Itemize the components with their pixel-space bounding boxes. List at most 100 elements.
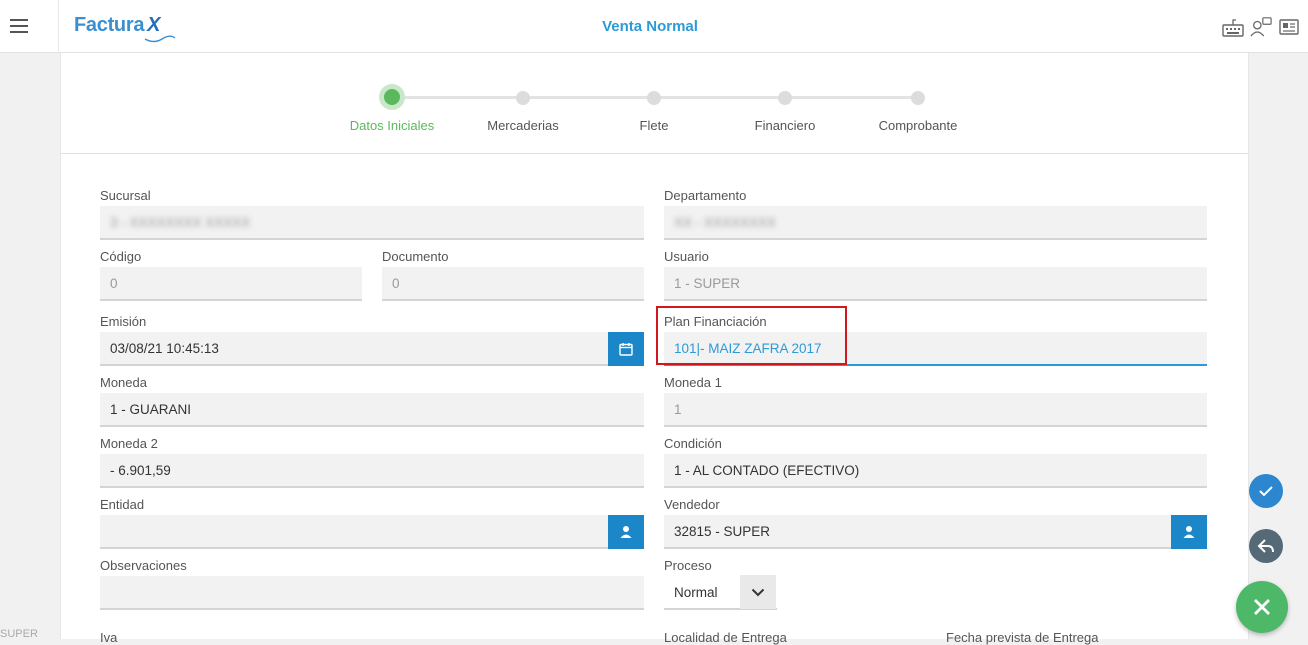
usuario-label: Usuario: [664, 249, 709, 264]
condicion-input[interactable]: 1 - AL CONTADO (EFECTIVO): [664, 454, 1207, 488]
topbar-divider: [58, 0, 59, 52]
top-bar: Factura X Venta Normal: [0, 0, 1308, 53]
logo-swoosh-icon: [144, 35, 176, 43]
step-label: Flete: [639, 118, 669, 133]
step-datos-iniciales[interactable]: Datos Iniciales: [332, 89, 452, 133]
codigo-field: Código 0: [100, 249, 362, 301]
moneda2-label: Moneda 2: [100, 436, 158, 451]
moneda1-field: Moneda 1 1: [664, 375, 1207, 427]
usuario-input[interactable]: 1 - SUPER: [664, 267, 1207, 301]
sidebar-user-label: SUPER: [0, 628, 38, 640]
logo-text: Factura: [74, 14, 145, 36]
logo-x: X: [147, 14, 161, 36]
sucursal-label: Sucursal: [100, 188, 151, 203]
wizard-steps: Datos Iniciales Mercaderias Flete Financ…: [61, 53, 1248, 154]
user-switch-icon[interactable]: [1250, 16, 1272, 38]
localidad-entrega-label: Localidad de Entrega: [664, 630, 787, 645]
calendar-icon: [619, 343, 633, 356]
page-title: Venta Normal: [602, 18, 698, 35]
moneda-field: Moneda 1 - GUARANI: [100, 375, 644, 427]
moneda1-value: 1: [674, 401, 682, 417]
chevron-down-icon: [751, 588, 765, 596]
emision-value: 03/08/21 10:45:13: [110, 340, 219, 356]
plan-financiacion-label: Plan Financiación: [664, 314, 767, 329]
entidad-search-button[interactable]: [608, 515, 644, 549]
observaciones-label: Observaciones: [100, 558, 187, 573]
emision-input[interactable]: 03/08/21 10:45:13: [100, 332, 644, 366]
departamento-value: XX - XXXXXXXX: [674, 214, 777, 230]
close-button[interactable]: [1236, 581, 1288, 633]
codigo-value: 0: [110, 275, 118, 291]
news-icon[interactable]: [1278, 16, 1300, 38]
observaciones-field: Observaciones: [100, 558, 644, 610]
plan-financiacion-field: Plan Financiación 101|- MAIZ ZAFRA 2017: [664, 314, 1207, 366]
moneda-value: 1 - GUARANI: [110, 401, 192, 417]
reply-icon: [1257, 539, 1274, 553]
vendedor-search-button[interactable]: [1171, 515, 1207, 549]
step-label: Financiero: [754, 118, 816, 133]
vendedor-input[interactable]: 32815 - SUPER: [664, 515, 1207, 549]
proceso-value: Normal: [674, 584, 718, 600]
vendedor-field: Vendedor 32815 - SUPER: [664, 497, 1207, 549]
documento-input[interactable]: 0: [382, 267, 644, 301]
hamburger-icon: [10, 15, 28, 37]
step-comprobante[interactable]: Comprobante: [858, 89, 978, 133]
condicion-field: Condición 1 - AL CONTADO (EFECTIVO): [664, 436, 1207, 488]
step-dot: [384, 89, 400, 105]
emision-field: Emisión 03/08/21 10:45:13: [100, 314, 644, 366]
emision-label: Emisión: [100, 314, 147, 329]
departamento-input[interactable]: XX - XXXXXXXX: [664, 206, 1207, 240]
check-icon: [1259, 486, 1273, 497]
sucursal-value: 3 - XXXXXXXX XXXXX: [110, 214, 251, 230]
moneda2-input[interactable]: - 6.901,59: [100, 454, 644, 488]
confirm-button[interactable]: [1249, 474, 1283, 508]
moneda2-field: Moneda 2 - 6.901,59: [100, 436, 644, 488]
documento-label: Documento: [382, 249, 449, 264]
user-icon: [620, 526, 632, 538]
step-financiero[interactable]: Financiero: [725, 89, 845, 133]
condicion-value: 1 - AL CONTADO (EFECTIVO): [674, 462, 860, 478]
keyboard-icon[interactable]: [1222, 16, 1244, 38]
app-logo: Factura X: [74, 14, 176, 43]
entidad-input[interactable]: [100, 515, 644, 549]
step-label: Mercaderias: [487, 118, 559, 133]
step-dot: [516, 91, 530, 105]
observaciones-input[interactable]: [100, 576, 644, 610]
vendedor-value: 32815 - SUPER: [674, 523, 771, 539]
usuario-value: 1 - SUPER: [674, 275, 741, 291]
vendedor-label: Vendedor: [664, 497, 720, 512]
step-dot: [647, 91, 661, 105]
step-label: Datos Iniciales: [349, 118, 435, 133]
proceso-dropdown-button[interactable]: [740, 575, 776, 609]
topbar-actions: [1222, 16, 1300, 38]
close-icon: [1254, 599, 1270, 615]
moneda-label: Moneda: [100, 375, 147, 390]
proceso-label: Proceso: [664, 558, 712, 573]
entidad-label: Entidad: [100, 497, 145, 512]
moneda1-input[interactable]: 1: [664, 393, 1207, 427]
moneda1-label: Moneda 1: [664, 375, 722, 390]
step-dot: [911, 91, 925, 105]
menu-button[interactable]: [0, 0, 38, 52]
usuario-field: Usuario 1 - SUPER: [664, 249, 1207, 301]
entidad-field: Entidad: [100, 497, 644, 549]
departamento-field: Departamento XX - XXXXXXXX: [664, 188, 1207, 240]
step-flete[interactable]: Flete: [594, 89, 714, 133]
step-dot: [778, 91, 792, 105]
step-mercaderias[interactable]: Mercaderias: [463, 89, 583, 133]
iva-label: Iva: [100, 630, 118, 645]
departamento-label: Departamento: [664, 188, 747, 203]
fecha-entrega-label: Fecha prevista de Entrega: [946, 630, 1099, 645]
codigo-label: Código: [100, 249, 142, 264]
plan-financiacion-input[interactable]: 101|- MAIZ ZAFRA 2017: [664, 332, 1207, 366]
sucursal-field: Sucursal 3 - XXXXXXXX XXXXX: [100, 188, 644, 240]
calendar-button[interactable]: [608, 332, 644, 366]
reply-button[interactable]: [1249, 529, 1283, 563]
plan-financiacion-value: 101|- MAIZ ZAFRA 2017: [674, 340, 822, 356]
condicion-label: Condición: [664, 436, 722, 451]
codigo-input[interactable]: 0: [100, 267, 362, 301]
sucursal-input[interactable]: 3 - XXXXXXXX XXXXX: [100, 206, 644, 240]
moneda2-value: - 6.901,59: [110, 462, 171, 478]
moneda-input[interactable]: 1 - GUARANI: [100, 393, 644, 427]
documento-field: Documento 0: [382, 249, 644, 301]
